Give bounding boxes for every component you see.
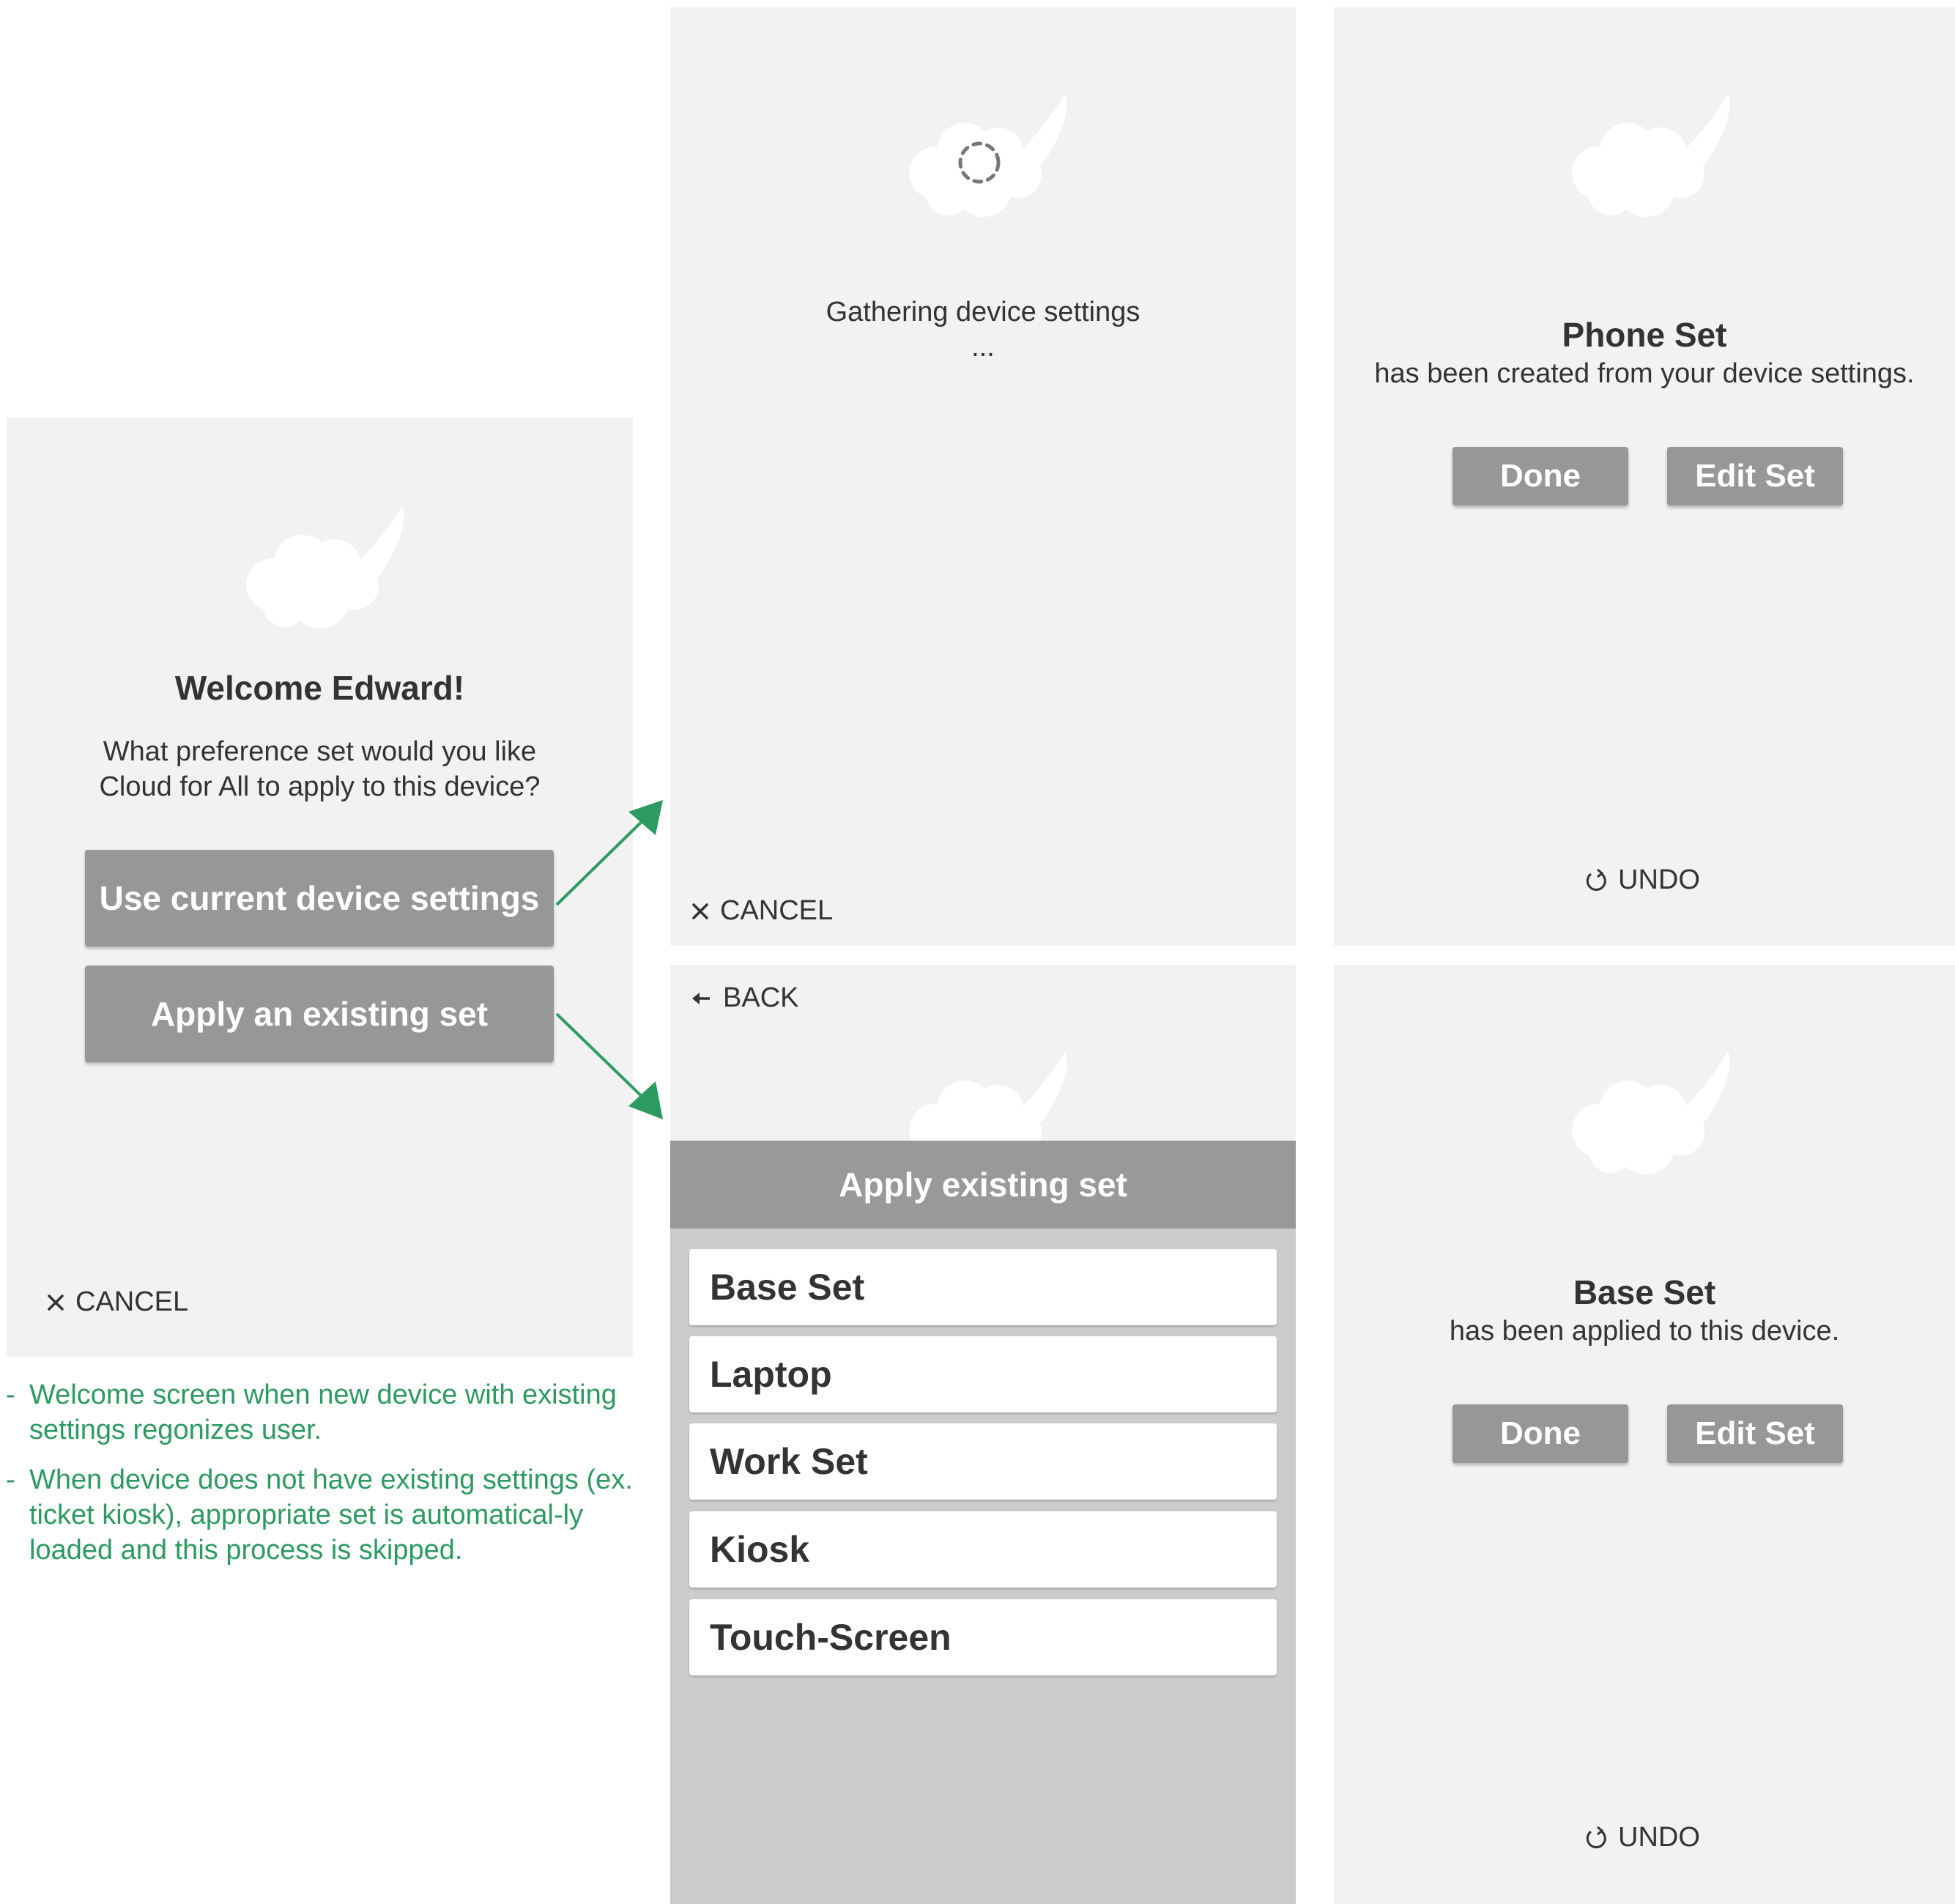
gathering-status: Gathering device settings (826, 297, 1140, 327)
welcome-question: What preference set would you like Cloud… (7, 734, 633, 804)
undo-link[interactable]: UNDO (1583, 864, 1700, 896)
close-icon (46, 1293, 65, 1312)
cancel-link[interactable]: CANCEL (46, 1286, 188, 1318)
welcome-title: Welcome Edward! (174, 669, 465, 707)
annotation-note-2: - When device does not have existing set… (6, 1462, 645, 1572)
use-current-settings-button[interactable]: Use current device settings (85, 850, 554, 947)
set-option-base-set[interactable]: Base Set (689, 1249, 1277, 1325)
cancel-label: CANCEL (75, 1286, 189, 1317)
gathering-screen: Gathering device settings ... CANCEL (670, 7, 1296, 946)
note-text: When device does not have existing setti… (29, 1464, 633, 1566)
welcome-screen: Welcome Edward! What preference set woul… (7, 418, 633, 1357)
welcome-question-line2: Cloud for All to apply to this device? (99, 771, 541, 802)
loading-spinner-icon (958, 141, 1001, 184)
cancel-label: CANCEL (720, 895, 834, 926)
back-label: BACK (723, 982, 799, 1013)
apply-existing-set-button[interactable]: Apply an existing set (85, 966, 554, 1062)
set-option-work-set[interactable]: Work Set (689, 1423, 1277, 1500)
annotation-note-1: - Welcome screen when new device with ex… (6, 1377, 645, 1451)
phone-set-created-screen: Phone Set has been created from your dev… (1334, 7, 1955, 946)
welcome-question-line1: What preference set would you like (103, 736, 537, 767)
close-icon (691, 902, 710, 921)
arrow-left-icon (691, 988, 713, 1010)
base-set-applied-screen: Base Set has been applied to this device… (1334, 965, 1955, 1904)
cancel-link[interactable]: CANCEL (691, 895, 833, 927)
undo-icon (1583, 1826, 1608, 1851)
created-set-name: Phone Set (1562, 316, 1727, 354)
set-option-laptop[interactable]: Laptop (689, 1336, 1277, 1412)
note-bullet: - (6, 1464, 15, 1495)
done-button[interactable]: Done (1453, 1404, 1628, 1463)
set-option-touch-screen[interactable]: Touch-Screen (689, 1599, 1277, 1675)
modal-title: Apply existing set (670, 1141, 1296, 1229)
created-message: has been created from your device settin… (1374, 358, 1915, 389)
undo-link[interactable]: UNDO (1583, 1822, 1700, 1853)
back-link[interactable]: BACK (691, 982, 798, 1014)
note-bullet: - (6, 1379, 15, 1410)
flow-arrow-to-gathering (555, 800, 663, 906)
set-option-kiosk[interactable]: Kiosk (689, 1511, 1277, 1588)
undo-label: UNDO (1618, 1822, 1700, 1853)
note-text: Welcome screen when new device with exis… (29, 1379, 617, 1445)
apply-existing-set-screen: BACK Apply existing set Base Set Laptop … (670, 965, 1296, 1904)
done-button[interactable]: Done (1453, 447, 1628, 505)
undo-label: UNDO (1618, 864, 1700, 895)
applied-message: has been applied to this device. (1449, 1316, 1840, 1346)
apply-set-modal: Apply existing set Base Set Laptop Work … (670, 1141, 1296, 1904)
cloud-logo-icon (232, 505, 408, 634)
cloud-logo-icon (1558, 1051, 1734, 1180)
edit-set-button[interactable]: Edit Set (1667, 1404, 1843, 1463)
applied-set-name: Base Set (1573, 1273, 1716, 1311)
cloud-logo-icon (1558, 94, 1734, 223)
flow-arrow-to-apply-set (555, 1012, 663, 1119)
gathering-ellipsis: ... (971, 332, 995, 363)
edit-set-button[interactable]: Edit Set (1667, 447, 1843, 505)
undo-icon (1583, 868, 1608, 893)
